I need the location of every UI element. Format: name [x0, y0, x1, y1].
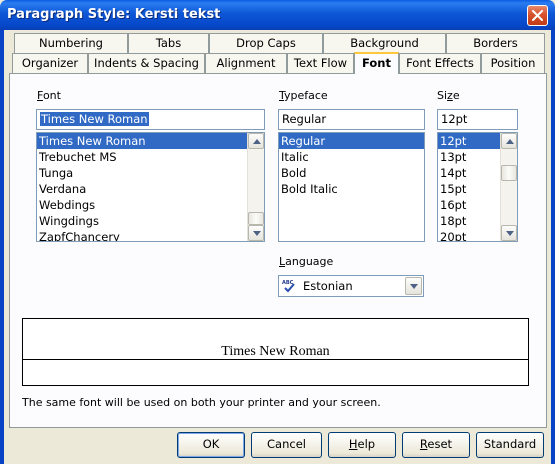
chevron-down-icon [410, 284, 418, 289]
list-item[interactable]: Verdana [37, 181, 247, 197]
tab-borders[interactable]: Borders [446, 33, 545, 53]
language-dropdown-button[interactable] [405, 277, 422, 295]
list-item[interactable]: 14pt [438, 165, 500, 181]
chevron-up-icon [253, 139, 261, 144]
size-list-scrollbar[interactable] [500, 133, 517, 241]
font-list-scrollbar[interactable] [247, 133, 264, 241]
font-list[interactable]: Times New Roman Trebuchet MS Tunga Verda… [36, 132, 265, 242]
font-name-input[interactable]: Times New Roman [36, 109, 265, 130]
tab-font-effects[interactable]: Font Effects [399, 53, 481, 73]
chevron-down-icon [253, 231, 261, 236]
standard-button[interactable]: Standard [476, 432, 544, 458]
list-item[interactable]: Wingdings [37, 213, 247, 229]
chevron-down-icon [506, 231, 514, 236]
tab-drop-caps[interactable]: Drop Caps [209, 33, 323, 53]
tab-organizer[interactable]: Organizer [12, 53, 88, 73]
window-title: Paragraph Style: Kersti tekst [7, 7, 221, 22]
list-item[interactable]: 12pt [438, 133, 500, 149]
list-item[interactable]: Bold [279, 165, 424, 181]
scroll-up-button[interactable] [248, 133, 264, 149]
list-item[interactable]: Italic [279, 149, 424, 165]
tab-text-flow[interactable]: Text Flow [287, 53, 354, 73]
scroll-down-button[interactable] [248, 225, 264, 241]
list-item[interactable]: Times New Roman [37, 133, 247, 149]
reset-button[interactable]: Reset [402, 432, 470, 458]
abc-spellcheck-icon: ABC [282, 280, 295, 293]
list-item[interactable]: ZapfChancery [37, 229, 247, 241]
typeface-list[interactable]: Regular Italic Bold Bold Italic [278, 132, 425, 242]
help-button[interactable]: Help [328, 432, 396, 458]
list-item[interactable]: Webdings [37, 197, 247, 213]
language-label: Language [279, 255, 334, 268]
size-input[interactable]: 12pt [437, 109, 518, 130]
scroll-thumb[interactable] [501, 165, 517, 181]
list-item[interactable]: 20pt [438, 229, 500, 241]
tab-background[interactable]: Background [323, 33, 446, 53]
language-select[interactable]: ABC Estonian [278, 275, 424, 297]
list-item[interactable]: 16pt [438, 197, 500, 213]
list-item[interactable]: Bold Italic [279, 181, 424, 197]
list-item[interactable]: Regular [279, 133, 424, 149]
window-frame-left [0, 30, 4, 464]
list-item[interactable]: 15pt [438, 181, 500, 197]
scroll-thumb[interactable] [248, 212, 264, 225]
size-label: Size [437, 89, 460, 102]
preview-note: The same font will be used on both your … [22, 396, 381, 409]
list-item[interactable]: Tunga [37, 165, 247, 181]
chevron-up-icon [506, 139, 514, 144]
tab-font[interactable]: Font [354, 52, 399, 74]
window-frame-right [551, 30, 555, 464]
font-preview: Times New Roman [22, 318, 529, 386]
tab-position[interactable]: Position [481, 53, 545, 73]
close-icon [532, 10, 543, 21]
list-item[interactable]: Trebuchet MS [37, 149, 247, 165]
list-item[interactable]: 18pt [438, 213, 500, 229]
cancel-button[interactable]: Cancel [251, 432, 322, 458]
scroll-down-button[interactable] [501, 225, 517, 241]
font-label: Font [37, 89, 61, 102]
tab-alignment[interactable]: Alignment [205, 53, 287, 73]
tab-indents-spacing[interactable]: Indents & Spacing [88, 53, 205, 73]
preview-text: Times New Roman [221, 344, 330, 359]
list-item[interactable]: 13pt [438, 149, 500, 165]
tab-numbering[interactable]: Numbering [14, 33, 128, 53]
typeface-label: Typeface [279, 89, 328, 102]
typeface-input[interactable]: Regular [278, 109, 425, 130]
scroll-up-button[interactable] [501, 133, 517, 149]
ok-button[interactable]: OK [177, 432, 245, 458]
close-button[interactable] [527, 5, 548, 26]
tab-tabs[interactable]: Tabs [128, 33, 209, 53]
size-list[interactable]: 12pt 13pt 14pt 15pt 16pt 18pt 20pt [437, 132, 518, 242]
